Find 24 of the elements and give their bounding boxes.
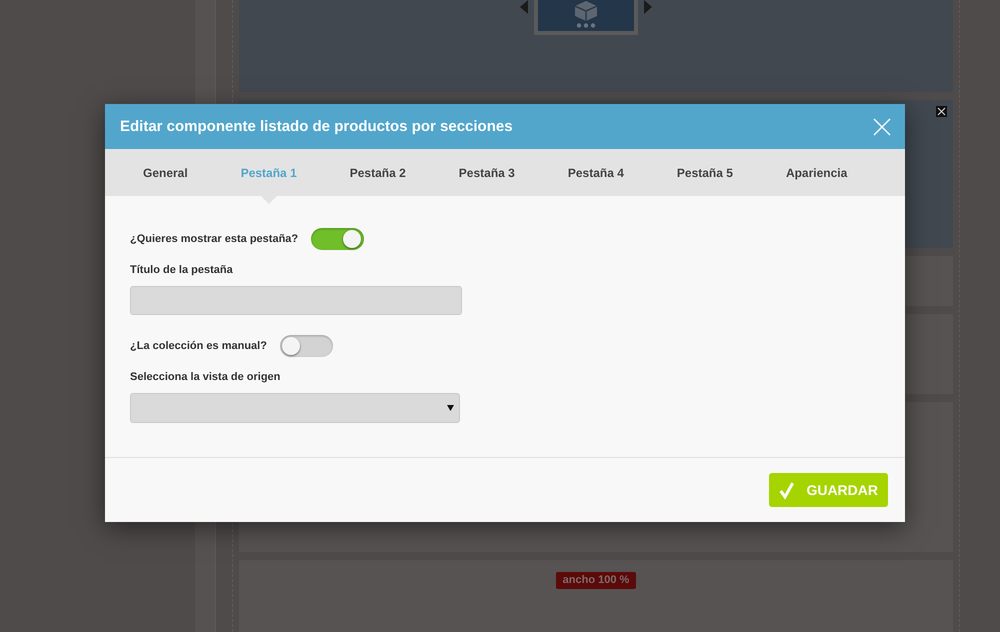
caret-icon (447, 405, 454, 411)
tab[interactable]: Pestaña 3 (432, 149, 541, 196)
toggle-switch[interactable] (280, 335, 333, 357)
dialog-title: Editar componente listado de productos por secciones (120, 118, 513, 135)
tab[interactable]: Pestaña 5 (650, 149, 759, 196)
checkmark-icon (779, 480, 794, 500)
left-arrow-icon[interactable] (520, 0, 528, 14)
input-field[interactable] (130, 286, 462, 315)
tab[interactable]: Apariencia (760, 149, 874, 196)
field-label: Selecciona la vista de origen (130, 371, 282, 383)
field-label: ¿Quieres mostrar esta pestaña? (130, 233, 298, 245)
field-label: Título de la pestaña (130, 264, 234, 276)
field-label: ¿La colección es manual? (130, 340, 267, 352)
tab[interactable]: Pestaña 2 (324, 149, 432, 196)
dropdown[interactable] (130, 393, 460, 423)
right-arrow-icon[interactable] (644, 0, 652, 14)
width-badge: ancho 100 % (556, 572, 636, 589)
tab[interactable]: Pestaña 4 (542, 149, 650, 196)
tab[interactable]: General (117, 149, 214, 196)
toggle-switch[interactable] (311, 228, 364, 250)
image-thumbnail[interactable] (534, 0, 638, 35)
cube-icon (575, 1, 597, 21)
close-icon[interactable] (936, 106, 947, 117)
dots-icon (576, 23, 596, 28)
